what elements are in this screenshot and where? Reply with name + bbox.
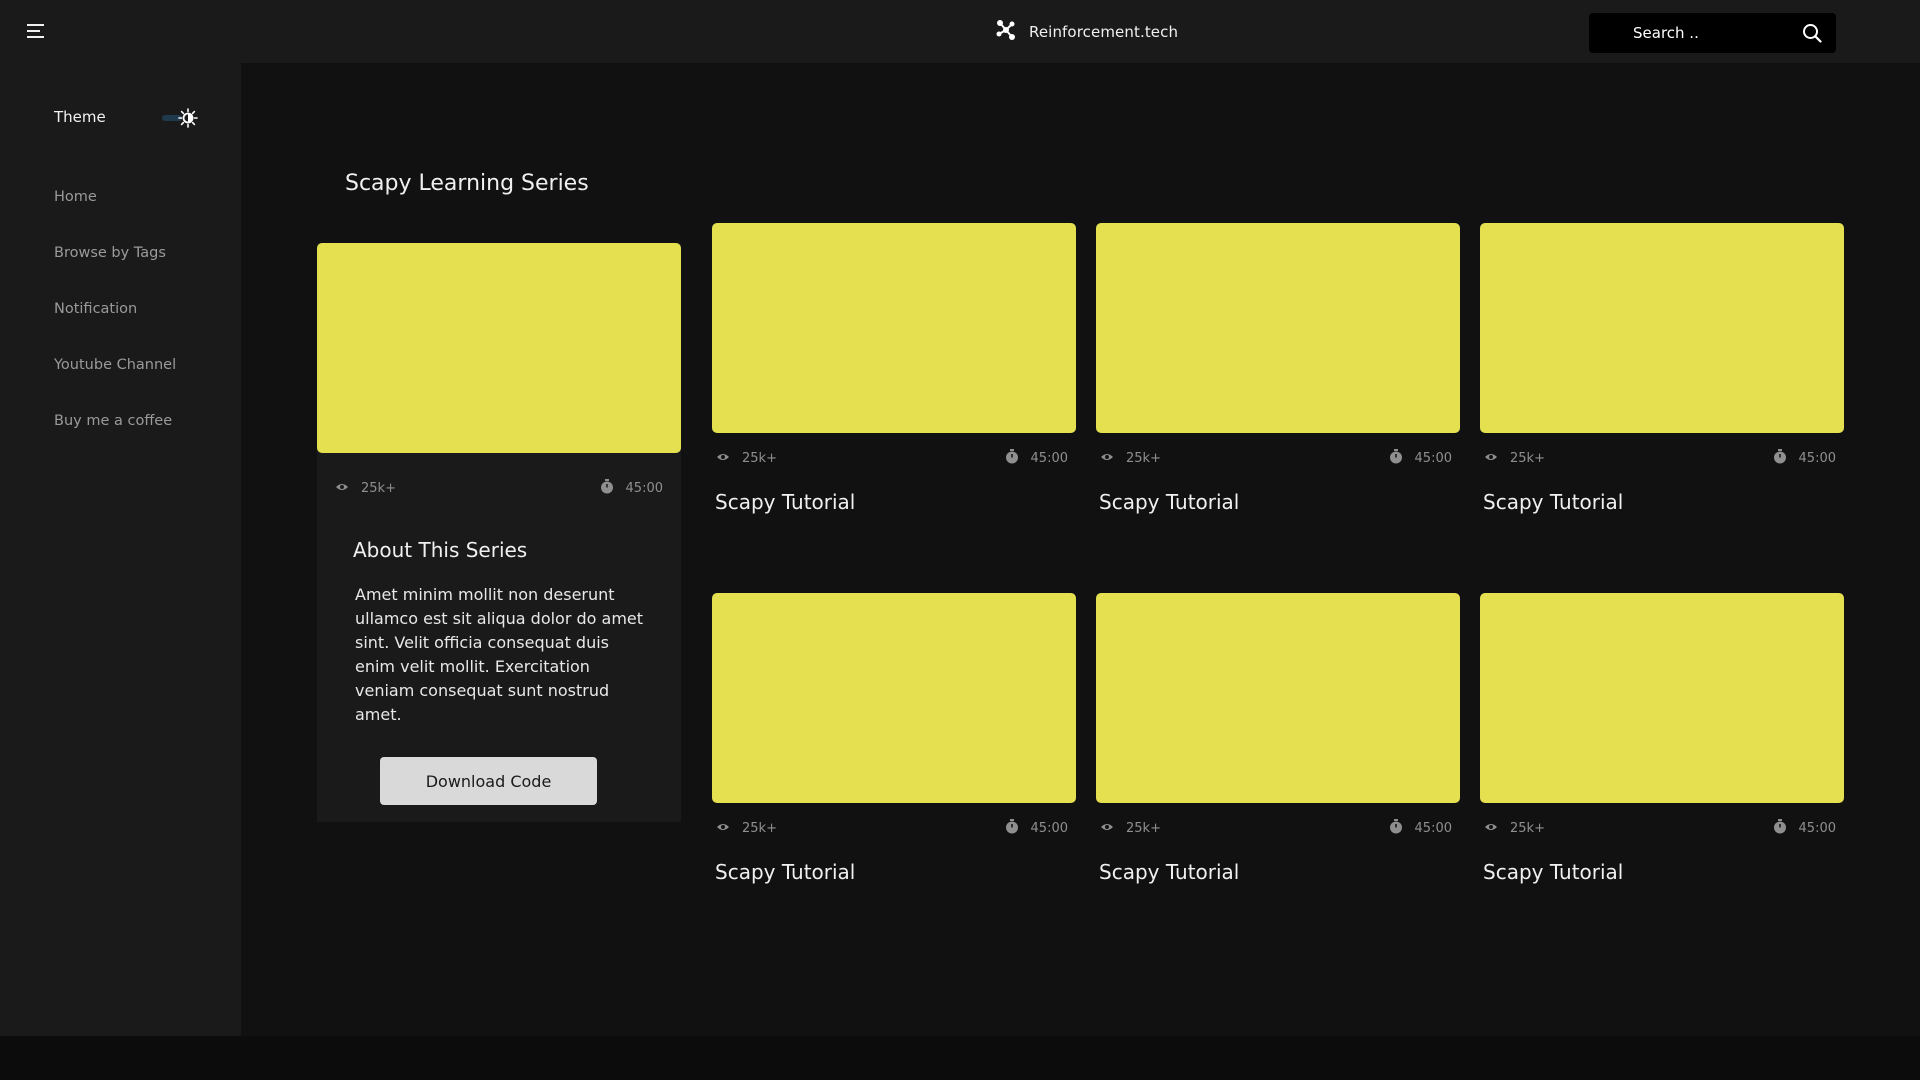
views-stat: 25k+ xyxy=(1100,821,1161,836)
eye-icon xyxy=(716,451,730,466)
eye-icon xyxy=(1484,821,1498,836)
video-card[interactable]: 25k+ 45:00 Scapy Tutorial xyxy=(712,223,1076,523)
video-title[interactable]: Scapy Tutorial xyxy=(715,860,855,884)
views-stat: 25k+ xyxy=(335,481,396,496)
timer-icon xyxy=(600,478,614,498)
about-heading: About This Series xyxy=(353,538,528,562)
video-stats: 25k+ 45:00 xyxy=(716,818,1068,838)
video-thumbnail[interactable] xyxy=(1480,223,1844,433)
eye-icon xyxy=(1100,451,1114,466)
video-title[interactable]: Scapy Tutorial xyxy=(1099,490,1239,514)
views-stat: 25k+ xyxy=(1484,451,1545,466)
video-stats: 25k+ 45:00 xyxy=(1100,818,1452,838)
views-count: 25k+ xyxy=(1126,820,1161,836)
top-bar: Reinforcement.tech xyxy=(0,0,1920,63)
video-thumbnail[interactable] xyxy=(1096,223,1460,433)
video-title[interactable]: Scapy Tutorial xyxy=(1483,490,1623,514)
duration-value: 45:00 xyxy=(1414,820,1452,836)
timer-icon xyxy=(1389,818,1403,838)
views-stat: 25k+ xyxy=(1484,821,1545,836)
video-stats: 25k+ 45:00 xyxy=(1484,448,1836,468)
duration-stat: 45:00 xyxy=(1389,448,1452,468)
sidebar: Theme Home Browse by Tags Notification Y… xyxy=(0,63,241,1036)
video-card[interactable]: 25k+ 45:00 Scapy Tutorial xyxy=(1096,593,1460,893)
brand[interactable]: Reinforcement.tech xyxy=(995,19,1178,45)
duration-stat: 45:00 xyxy=(1773,448,1836,468)
eye-icon xyxy=(1484,451,1498,466)
duration-value: 45:00 xyxy=(1798,820,1836,836)
duration-stat: 45:00 xyxy=(1005,818,1068,838)
video-thumbnail[interactable] xyxy=(1096,593,1460,803)
video-card[interactable]: 25k+ 45:00 Scapy Tutorial xyxy=(1480,593,1844,893)
video-card[interactable]: 25k+ 45:00 Scapy Tutorial xyxy=(1096,223,1460,523)
logo-icon xyxy=(995,19,1017,45)
views-count: 25k+ xyxy=(742,820,777,836)
duration-value: 45:00 xyxy=(625,480,663,496)
bottom-strip xyxy=(0,1036,1920,1080)
views-stat: 25k+ xyxy=(716,821,777,836)
video-card[interactable]: 25k+ 45:00 Scapy Tutorial xyxy=(712,593,1076,893)
video-stats: 25k+ 45:00 xyxy=(1100,448,1452,468)
video-thumbnail[interactable] xyxy=(712,223,1076,433)
search-input[interactable] xyxy=(1633,24,1783,42)
duration-stat: 45:00 xyxy=(1773,818,1836,838)
sidebar-item-notification[interactable]: Notification xyxy=(54,299,176,355)
views-count: 25k+ xyxy=(1510,450,1545,466)
duration-value: 45:00 xyxy=(1030,450,1068,466)
views-count: 25k+ xyxy=(361,480,396,496)
timer-icon xyxy=(1005,448,1019,468)
sidebar-item-browse-by-tags[interactable]: Browse by Tags xyxy=(54,243,176,299)
eye-icon xyxy=(1100,821,1114,836)
duration-value: 45:00 xyxy=(1030,820,1068,836)
duration-stat: 45:00 xyxy=(1389,818,1452,838)
video-stats: 25k+ 45:00 xyxy=(1484,818,1836,838)
views-count: 25k+ xyxy=(1510,820,1545,836)
theme-toggle-icon[interactable] xyxy=(158,106,202,130)
eye-icon xyxy=(716,821,730,836)
eye-icon xyxy=(335,481,349,496)
video-title[interactable]: Scapy Tutorial xyxy=(715,490,855,514)
video-card[interactable]: 25k+ 45:00 Scapy Tutorial xyxy=(1480,223,1844,523)
timer-icon xyxy=(1773,818,1787,838)
sidebar-item-buy-me-a-coffee[interactable]: Buy me a coffee xyxy=(54,411,176,467)
sidebar-nav: Home Browse by Tags Notification Youtube… xyxy=(54,187,176,467)
about-description: Amet minim mollit non deserunt ullamco e… xyxy=(355,585,644,724)
download-code-button[interactable]: Download Code xyxy=(380,757,597,805)
theme-label: Theme xyxy=(54,108,106,126)
views-count: 25k+ xyxy=(1126,450,1161,466)
menu-icon[interactable] xyxy=(26,22,46,40)
views-count: 25k+ xyxy=(742,450,777,466)
sidebar-item-youtube-channel[interactable]: Youtube Channel xyxy=(54,355,176,411)
page-title: Scapy Learning Series xyxy=(345,171,589,196)
series-stats: 25k+ 45:00 xyxy=(335,478,663,498)
duration-value: 45:00 xyxy=(1798,450,1836,466)
theme-row: Theme xyxy=(54,106,204,130)
brand-name: Reinforcement.tech xyxy=(1029,23,1179,41)
series-thumbnail[interactable] xyxy=(317,243,681,453)
duration-stat: 45:00 xyxy=(1005,448,1068,468)
duration-value: 45:00 xyxy=(1414,450,1452,466)
video-stats: 25k+ 45:00 xyxy=(716,448,1068,468)
views-stat: 25k+ xyxy=(716,451,777,466)
views-stat: 25k+ xyxy=(1100,451,1161,466)
video-title[interactable]: Scapy Tutorial xyxy=(1483,860,1623,884)
video-title[interactable]: Scapy Tutorial xyxy=(1099,860,1239,884)
timer-icon xyxy=(1773,448,1787,468)
search-box xyxy=(1589,13,1836,53)
video-thumbnail[interactable] xyxy=(1480,593,1844,803)
timer-icon xyxy=(1005,818,1019,838)
about-series-card: 25k+ 45:00 About This Series Amet minim … xyxy=(317,243,681,822)
video-thumbnail[interactable] xyxy=(712,593,1076,803)
search-icon[interactable] xyxy=(1802,23,1822,43)
timer-icon xyxy=(1389,448,1403,468)
sidebar-item-home[interactable]: Home xyxy=(54,187,176,243)
duration-stat: 45:00 xyxy=(600,478,663,498)
